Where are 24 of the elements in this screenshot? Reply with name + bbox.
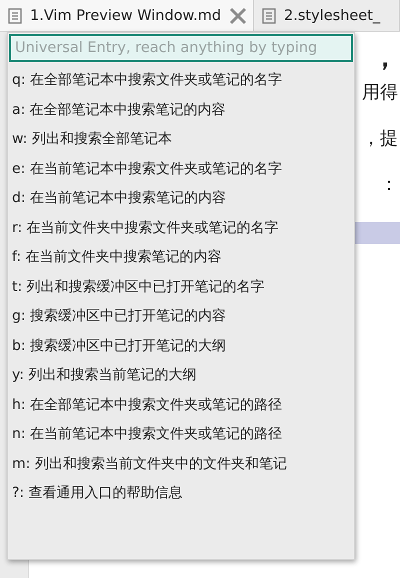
editor-text: 用得: [362, 81, 399, 105]
editor-text: ，: [372, 42, 399, 75]
command-hint[interactable]: m: 列出和搜索当前文件夹中的文件夹和笔记: [8, 450, 354, 479]
command-hint[interactable]: f: 在当前文件夹中搜索笔记的内容: [8, 243, 354, 272]
command-hint[interactable]: g: 搜索缓冲区中已打开笔记的内容: [8, 302, 354, 332]
command-hint[interactable]: ?: 查看通用入口的帮助信息: [8, 479, 354, 508]
command-hint[interactable]: d: 在当前笔记本中搜索笔记的内容: [8, 184, 354, 214]
command-hint[interactable]: b: 搜索缓冲区中已打开笔记的大纲: [8, 332, 354, 361]
universal-entry-field[interactable]: Universal Entry, reach anything by typing: [9, 34, 353, 62]
document-icon: [262, 8, 276, 24]
command-hint[interactable]: h: 在全部笔记本中搜索文件夹或笔记的路径: [8, 390, 354, 420]
document-icon: [8, 8, 22, 24]
command-hint[interactable]: y: 列出和搜索当前笔记的大纲: [8, 361, 354, 390]
command-hint[interactable]: e: 在当前笔记本中搜索文件夹或笔记的名字: [8, 154, 354, 184]
command-hint[interactable]: a: 在全部笔记本中搜索笔记的内容: [8, 96, 354, 125]
command-hint[interactable]: t: 列出和搜索缓冲区中已打开笔记的名字: [8, 272, 354, 302]
command-hint[interactable]: n: 在当前笔记本中搜索文件夹或笔记的路径: [8, 420, 354, 450]
command-hint[interactable]: w: 列出和搜索全部笔记本: [8, 125, 354, 154]
close-icon[interactable]: [229, 6, 248, 24]
editor-text: ，提: [362, 127, 399, 151]
command-hint[interactable]: q: 在全部笔记本中搜索文件夹或笔记的名字: [8, 66, 354, 96]
command-hint[interactable]: r: 在当前文件夹中搜索文件夹或笔记的名字: [8, 214, 354, 243]
editor-tab[interactable]: 1.Vim Preview Window.md: [0, 0, 254, 31]
editor-text: ：: [380, 173, 399, 197]
